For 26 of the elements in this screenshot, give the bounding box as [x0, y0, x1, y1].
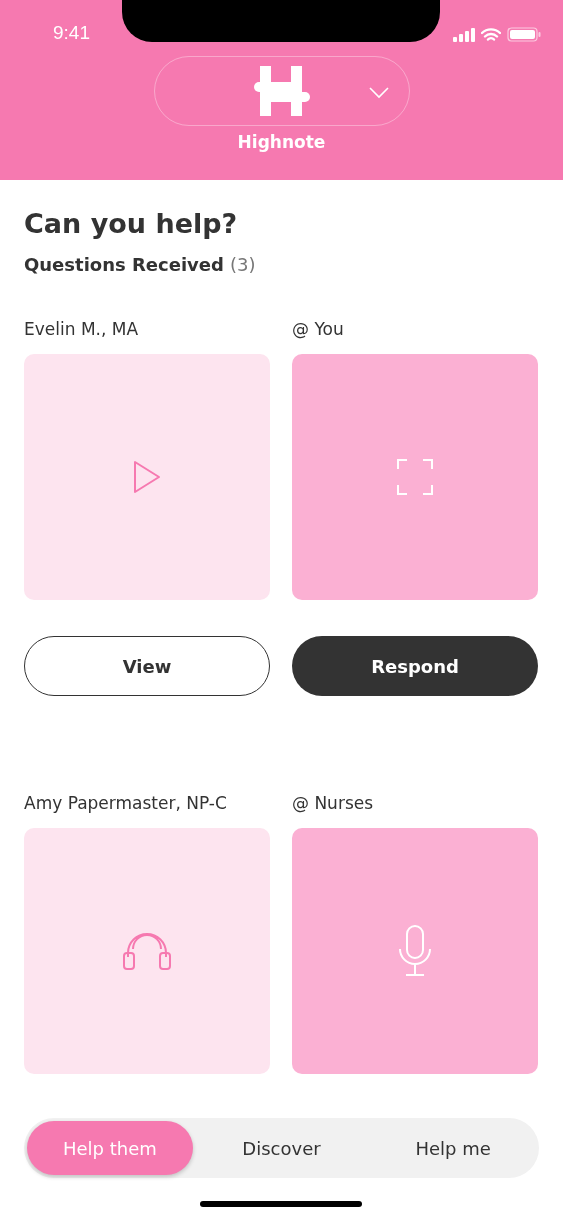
- respond-button[interactable]: Respond: [292, 636, 538, 696]
- status-time: 9:41: [53, 22, 90, 44]
- media-tile[interactable]: [24, 828, 270, 1074]
- microphone-icon: [397, 925, 433, 977]
- sender-name: Evelin M., MA: [24, 318, 140, 341]
- logo-icon: [253, 66, 310, 116]
- play-icon: [132, 459, 162, 495]
- wifi-icon: [481, 27, 501, 42]
- frame-corners-icon: [397, 459, 433, 495]
- recipient-name: @ You: [292, 318, 345, 341]
- headphones-icon: [122, 931, 172, 971]
- media-tile[interactable]: [292, 828, 538, 1074]
- sender-name: Amy Papermaster, NP-C: [24, 792, 228, 815]
- battery-icon: [507, 27, 541, 42]
- page-title: Can you help?: [24, 207, 239, 241]
- chevron-down-icon: [368, 87, 389, 99]
- question-count: (3): [229, 254, 256, 275]
- view-button[interactable]: View: [24, 636, 270, 696]
- tab[interactable]: Discover: [198, 1121, 365, 1175]
- section-title: Questions Received: [24, 254, 224, 275]
- tab[interactable]: Help me: [370, 1121, 536, 1175]
- media-tile[interactable]: [24, 354, 270, 600]
- signal-icon: [453, 27, 475, 42]
- app-name: Highnote: [237, 132, 326, 152]
- recipient-name: @ Nurses: [292, 792, 375, 815]
- media-tile[interactable]: [292, 354, 538, 600]
